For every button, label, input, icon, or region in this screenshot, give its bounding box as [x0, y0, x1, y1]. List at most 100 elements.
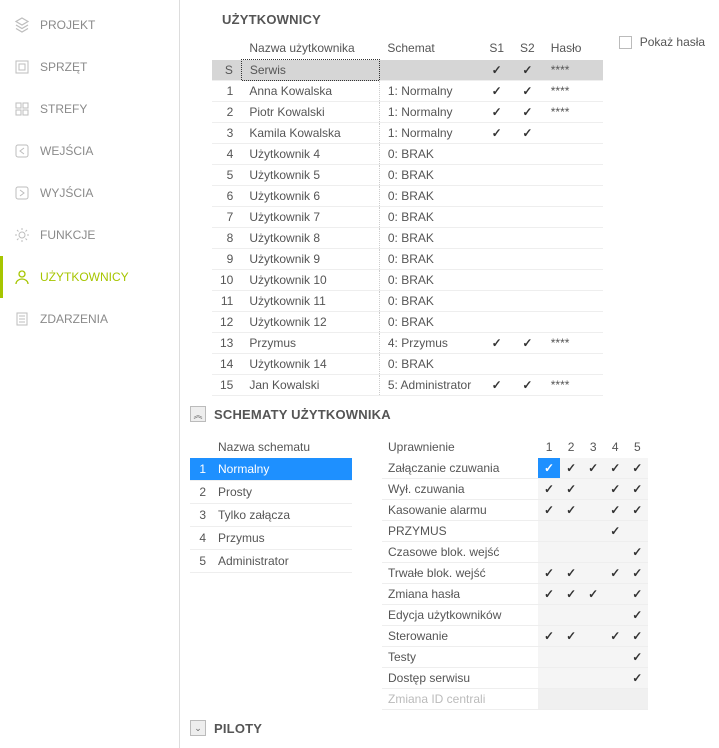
user-scheme-cell[interactable]: 0: BRAK: [379, 249, 481, 270]
permission-checkbox[interactable]: [626, 668, 648, 689]
user-s2-checkbox[interactable]: [512, 81, 543, 102]
user-s2-checkbox[interactable]: [512, 123, 543, 144]
user-password-cell[interactable]: [543, 144, 603, 165]
user-name-cell[interactable]: Użytkownik 11: [241, 291, 379, 312]
user-scheme-cell[interactable]: 0: BRAK: [379, 291, 481, 312]
user-password-cell[interactable]: [543, 291, 603, 312]
permission-checkbox[interactable]: [538, 668, 560, 689]
permission-checkbox[interactable]: [582, 647, 604, 668]
permission-checkbox[interactable]: [626, 626, 648, 647]
permission-checkbox[interactable]: [560, 479, 582, 500]
permission-checkbox[interactable]: [626, 542, 648, 563]
permission-checkbox[interactable]: [560, 647, 582, 668]
permission-checkbox[interactable]: [582, 584, 604, 605]
permission-checkbox[interactable]: [604, 542, 626, 563]
show-passwords-checkbox[interactable]: Pokaż hasła: [619, 35, 705, 49]
permission-checkbox[interactable]: [560, 521, 582, 542]
permission-checkbox[interactable]: [604, 689, 626, 710]
permission-checkbox[interactable]: [582, 542, 604, 563]
user-row[interactable]: SSerwis****: [212, 60, 603, 81]
user-s2-checkbox[interactable]: [512, 207, 543, 228]
sidebar-item-zdarzenia[interactable]: ZDARZENIA: [0, 298, 179, 340]
user-row[interactable]: 7Użytkownik 70: BRAK: [212, 207, 603, 228]
user-row[interactable]: 8Użytkownik 80: BRAK: [212, 228, 603, 249]
permission-checkbox[interactable]: [582, 479, 604, 500]
user-s2-checkbox[interactable]: [512, 270, 543, 291]
permission-checkbox[interactable]: [560, 563, 582, 584]
permission-checkbox[interactable]: [538, 605, 560, 626]
user-scheme-cell[interactable]: 1: Normalny: [379, 81, 481, 102]
user-row[interactable]: 3Kamila Kowalska1: Normalny: [212, 123, 603, 144]
user-row[interactable]: 9Użytkownik 90: BRAK: [212, 249, 603, 270]
user-row[interactable]: 5Użytkownik 50: BRAK: [212, 165, 603, 186]
permission-checkbox[interactable]: [604, 521, 626, 542]
permission-checkbox[interactable]: [560, 626, 582, 647]
permission-checkbox[interactable]: [626, 647, 648, 668]
user-name-cell[interactable]: Użytkownik 10: [241, 270, 379, 291]
permission-checkbox[interactable]: [538, 563, 560, 584]
user-row[interactable]: 4Użytkownik 40: BRAK: [212, 144, 603, 165]
user-s2-checkbox[interactable]: [512, 60, 543, 81]
user-scheme-cell[interactable]: 0: BRAK: [379, 165, 481, 186]
permission-checkbox[interactable]: [604, 500, 626, 521]
user-scheme-cell[interactable]: 0: BRAK: [379, 186, 481, 207]
scheme-row[interactable]: 4Przymus: [190, 527, 352, 550]
user-scheme-cell[interactable]: [379, 60, 481, 81]
sidebar-item-strefy[interactable]: STREFY: [0, 88, 179, 130]
permission-checkbox[interactable]: [626, 689, 648, 710]
user-name-cell[interactable]: Użytkownik 7: [241, 207, 379, 228]
permission-checkbox[interactable]: [582, 689, 604, 710]
permission-checkbox[interactable]: [560, 500, 582, 521]
permission-checkbox[interactable]: [538, 647, 560, 668]
user-password-cell[interactable]: [543, 165, 603, 186]
permission-checkbox[interactable]: [582, 500, 604, 521]
user-password-cell[interactable]: [543, 207, 603, 228]
user-s1-checkbox[interactable]: [481, 228, 512, 249]
permission-checkbox[interactable]: [604, 458, 626, 479]
user-scheme-cell[interactable]: 0: BRAK: [379, 354, 481, 375]
permission-checkbox[interactable]: [604, 479, 626, 500]
user-s2-checkbox[interactable]: [512, 312, 543, 333]
permission-checkbox[interactable]: [538, 458, 560, 479]
permission-checkbox[interactable]: [626, 605, 648, 626]
user-s1-checkbox[interactable]: [481, 375, 512, 396]
permission-checkbox[interactable]: [582, 668, 604, 689]
permission-checkbox[interactable]: [604, 647, 626, 668]
permission-checkbox[interactable]: [582, 626, 604, 647]
user-password-cell[interactable]: ****: [543, 333, 603, 354]
permission-checkbox[interactable]: [626, 500, 648, 521]
user-s2-checkbox[interactable]: [512, 375, 543, 396]
user-password-cell[interactable]: [543, 228, 603, 249]
user-scheme-cell[interactable]: 5: Administrator: [379, 375, 481, 396]
user-s1-checkbox[interactable]: [481, 123, 512, 144]
permission-checkbox[interactable]: [538, 521, 560, 542]
user-password-cell[interactable]: [543, 354, 603, 375]
user-password-cell[interactable]: ****: [543, 81, 603, 102]
user-row[interactable]: 15Jan Kowalski5: Administrator****: [212, 375, 603, 396]
sidebar-item-projekt[interactable]: PROJEKT: [0, 4, 179, 46]
permissions-table[interactable]: Uprawnienie12345 Załączanie czuwaniaWył.…: [382, 436, 648, 710]
permission-checkbox[interactable]: [626, 584, 648, 605]
user-row[interactable]: 14Użytkownik 140: BRAK: [212, 354, 603, 375]
user-row[interactable]: 11Użytkownik 110: BRAK: [212, 291, 603, 312]
user-password-cell[interactable]: [543, 249, 603, 270]
user-s1-checkbox[interactable]: [481, 249, 512, 270]
user-name-cell[interactable]: Użytkownik 14: [241, 354, 379, 375]
scheme-row[interactable]: 5Administrator: [190, 550, 352, 573]
permission-checkbox[interactable]: [560, 584, 582, 605]
permission-checkbox[interactable]: [604, 563, 626, 584]
permission-checkbox[interactable]: [538, 584, 560, 605]
user-scheme-cell[interactable]: 0: BRAK: [379, 312, 481, 333]
user-row[interactable]: 1Anna Kowalska1: Normalny****: [212, 81, 603, 102]
permission-checkbox[interactable]: [604, 584, 626, 605]
user-scheme-cell[interactable]: 0: BRAK: [379, 270, 481, 291]
permission-checkbox[interactable]: [626, 458, 648, 479]
user-name-cell[interactable]: Anna Kowalska: [241, 81, 379, 102]
user-scheme-cell[interactable]: 1: Normalny: [379, 102, 481, 123]
user-password-cell[interactable]: ****: [543, 102, 603, 123]
permission-checkbox[interactable]: [538, 626, 560, 647]
user-s1-checkbox[interactable]: [481, 312, 512, 333]
user-s2-checkbox[interactable]: [512, 354, 543, 375]
permission-checkbox[interactable]: [604, 605, 626, 626]
permission-checkbox[interactable]: [538, 542, 560, 563]
